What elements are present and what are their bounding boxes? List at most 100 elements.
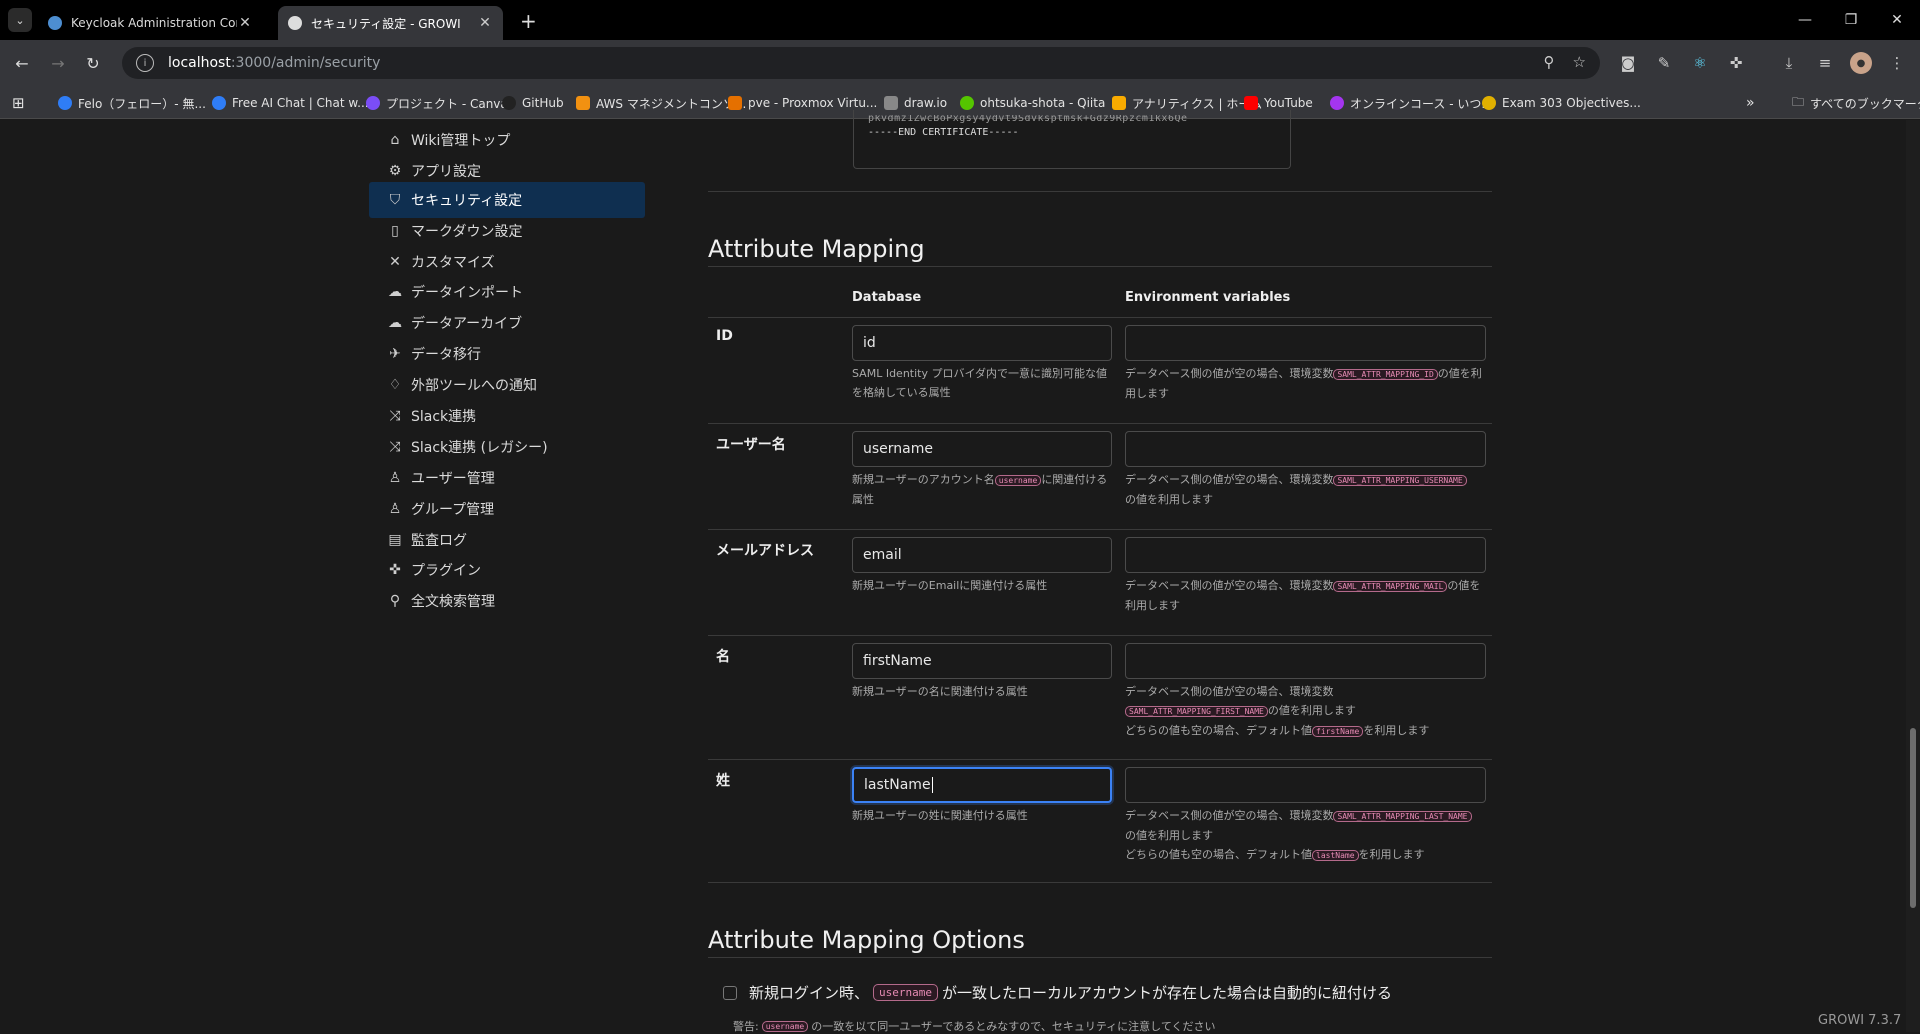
first-name-env-help: データベース側の値が空の場合、環境変数 SAML_ATTR_MAPPING_FIR…	[1125, 685, 1430, 737]
id-database-help: SAML Identity プロバイダ内で一意に識別可能な値を格納している属性	[852, 367, 1108, 399]
cloud-upload-icon: ☁	[388, 284, 402, 300]
id-env-input[interactable]	[1125, 325, 1486, 361]
sidebar-item-label: Wiki管理トップ	[411, 133, 511, 149]
first-name-env-input[interactable]	[1125, 643, 1486, 679]
last-name-database-input[interactable]: lastName	[852, 767, 1112, 803]
email-env-input[interactable]	[1125, 537, 1486, 573]
column-header-env: Environment variables	[1125, 290, 1291, 305]
bookmark-icon	[366, 96, 380, 110]
row-label-first-name: 名	[716, 649, 730, 665]
browser-tabstrip: ⌄ Keycloak Administration Console ✕ セキュリ…	[0, 0, 1920, 40]
forward-icon[interactable]: →	[47, 52, 69, 74]
tab-close-icon[interactable]: ✕	[237, 15, 253, 31]
bookmark-label: アナリティクス | ホーム	[1132, 96, 1262, 111]
certificate-textarea[interactable]: pkvdmz1ZwcBoPxgsy4ydvt9Sdvksptmsk+Gdz9Rp…	[853, 110, 1291, 169]
eyedropper-extension-icon[interactable]: ✎	[1653, 52, 1675, 74]
bookmark-label: YouTube	[1264, 96, 1313, 110]
tab-search-button[interactable]: ⌄	[8, 8, 32, 32]
sidebar-item-search[interactable]: ⚲ 全文検索管理	[369, 583, 645, 619]
folder-icon: 🗀	[1792, 94, 1805, 109]
download-icon[interactable]: ⤓	[1778, 52, 1800, 74]
id-database-input[interactable]: id	[852, 325, 1112, 361]
last-name-env-help: データベース側の値が空の場合、環境変数 SAML_ATTR_MAPPING_LAS…	[1125, 806, 1490, 865]
apps-grid-icon[interactable]: ⊞	[12, 94, 25, 112]
bookmark-label: pve - Proxmox Virtu...	[748, 96, 878, 110]
env-var-code: SAML_ATTR_MAPPING_FIRST_NAME	[1125, 706, 1268, 717]
shield-icon: ⛉	[389, 192, 401, 208]
row-label-username: ユーザー名	[716, 437, 786, 453]
table-divider	[708, 882, 1492, 883]
email-database-input[interactable]: email	[852, 537, 1112, 573]
all-bookmarks-folder[interactable]: 🗀 すべてのブックマーク	[1792, 94, 1920, 112]
env-var-code: SAML_ATTR_MAPPING_MAIL	[1333, 581, 1448, 592]
first-name-database-input[interactable]: firstName	[852, 643, 1112, 679]
camera-extension-icon[interactable]: ◙	[1617, 52, 1639, 74]
restore-icon[interactable]: ❐	[1828, 0, 1874, 40]
bookmark-icon	[728, 96, 742, 110]
bookmark-udemy[interactable]: オンラインコース - いつ...	[1330, 94, 1493, 112]
id-env-help: データベース側の値が空の場合、環境変数 SAML_ATTR_MAPPING_ID の…	[1125, 367, 1482, 400]
more-bookmarks-icon[interactable]: »	[1746, 94, 1755, 112]
divider	[708, 191, 1492, 192]
users-icon: ♙	[388, 501, 402, 517]
tab-growi-security[interactable]: セキュリティ設定 - GROWI ✕	[278, 6, 503, 40]
bookmark-aws[interactable]: AWS マネジメントコンソ...	[576, 94, 746, 112]
react-devtools-icon[interactable]: ⚛	[1689, 52, 1711, 74]
page-scrollbar[interactable]	[1906, 120, 1920, 1032]
reload-icon[interactable]: ↻	[82, 52, 104, 74]
bookmark-canva[interactable]: プロジェクト - Canva	[366, 94, 508, 112]
bookmark-exam-303[interactable]: Exam 303 Objectives...	[1482, 94, 1641, 112]
sidebar-item-label: グループ管理	[411, 502, 495, 518]
zoom-icon[interactable]: ⚲	[1544, 53, 1555, 71]
window-close-icon[interactable]: ✕	[1874, 0, 1920, 40]
sidebar-item-label: 外部ツールへの通知	[411, 378, 537, 394]
bookmark-free-ai-chat[interactable]: Free AI Chat | Chat w...	[212, 94, 369, 112]
all-bookmarks-label: すべてのブックマーク	[1810, 96, 1920, 111]
menu-icon[interactable]: ⋮	[1886, 52, 1908, 74]
new-tab-icon[interactable]: +	[520, 9, 537, 33]
search-icon: ⚲	[389, 593, 401, 609]
input-value: lastName	[864, 777, 931, 793]
last-name-env-input[interactable]	[1125, 767, 1486, 803]
tab-title: Keycloak Administration Console	[71, 16, 237, 30]
tab-keycloak[interactable]: Keycloak Administration Console ✕	[38, 6, 263, 40]
auto-link-option[interactable]: 新規ログイン時、 username が一致したローカルアカウントが存在した場合は…	[723, 982, 1392, 1003]
site-info-icon[interactable]: i	[136, 54, 154, 72]
default-value-code: firstName	[1312, 726, 1364, 737]
row-label-id: ID	[716, 328, 733, 344]
bookmark-icon	[1244, 96, 1258, 110]
row-label-email: メールアドレス	[716, 543, 814, 559]
bookmark-label: AWS マネジメントコンソ...	[596, 96, 747, 111]
table-divider	[708, 635, 1492, 636]
divider	[708, 266, 1492, 267]
input-value: email	[863, 547, 902, 563]
env-var-code: SAML_ATTR_MAPPING_ID	[1333, 369, 1438, 380]
back-icon[interactable]: ←	[11, 52, 33, 74]
document-icon: ▯	[391, 223, 399, 239]
log-icon: ▤	[388, 532, 402, 548]
tab-close-icon[interactable]: ✕	[477, 15, 493, 31]
attribute-mapping-heading: Attribute Mapping	[708, 235, 925, 263]
growi-favicon-icon	[288, 16, 302, 30]
attribute-mapping-options-heading: Attribute Mapping Options	[708, 926, 1025, 954]
bookmark-star-icon[interactable]: ☆	[1573, 53, 1586, 71]
input-value: username	[863, 441, 933, 457]
address-bar[interactable]: i localhost:3000/admin/security ⚲ ☆	[122, 47, 1600, 79]
auto-link-checkbox[interactable]	[723, 985, 737, 1000]
bookmark-label: Exam 303 Objectives...	[1502, 96, 1641, 110]
extensions-puzzle-icon[interactable]: ✜	[1725, 52, 1747, 74]
browser-toolbar: ← → ↻ i localhost:3000/admin/security ⚲ …	[0, 40, 1920, 86]
media-control-icon[interactable]: ≡	[1814, 52, 1836, 74]
bookmark-icon	[58, 96, 72, 110]
scrollbar-thumb[interactable]	[1910, 728, 1916, 908]
plane-icon: ✈	[389, 346, 401, 362]
minimize-icon[interactable]: —	[1782, 0, 1828, 40]
username-env-input[interactable]	[1125, 431, 1486, 467]
bookmark-github[interactable]: GitHub	[502, 94, 564, 112]
profile-avatar[interactable]: ●	[1850, 52, 1872, 74]
input-value: firstName	[863, 653, 932, 669]
bookmark-icon	[212, 96, 226, 110]
bookmark-felo[interactable]: Felo（フェロー）- 無...	[58, 94, 206, 112]
column-header-database: Database	[852, 290, 922, 305]
username-database-input[interactable]: username	[852, 431, 1112, 467]
